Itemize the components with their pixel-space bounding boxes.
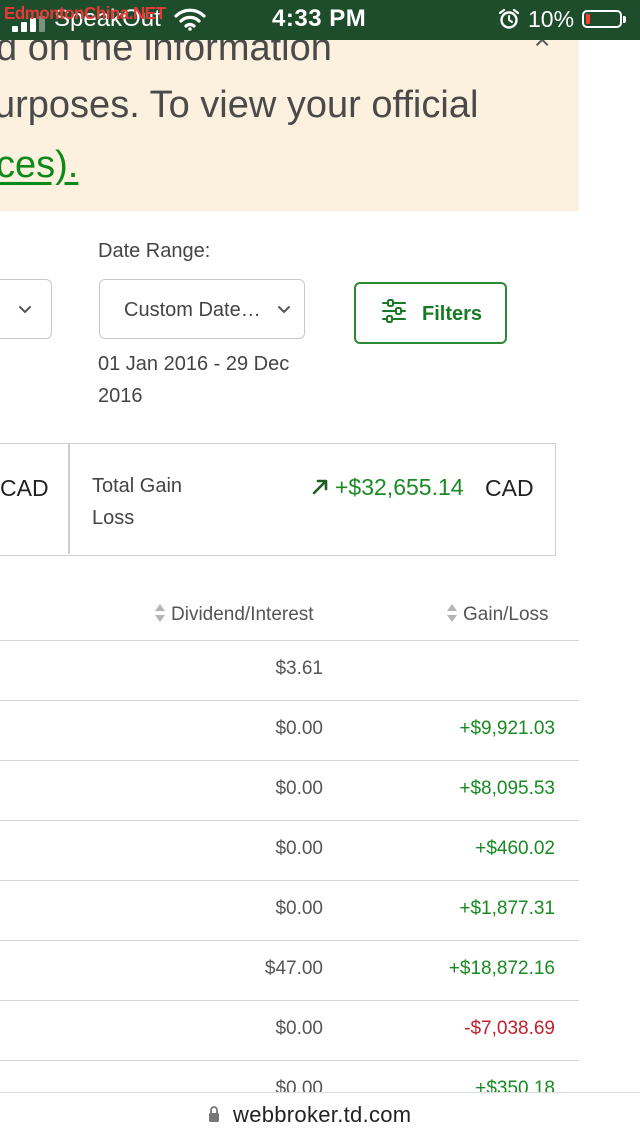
gain-loss-cell: +$8,095.53 bbox=[459, 778, 555, 799]
battery-percentage: 10% bbox=[528, 6, 575, 32]
table-row[interactable]: $0.00 +$1,877.31 bbox=[0, 880, 579, 940]
browser-url-bar[interactable]: webbroker.td.com bbox=[0, 1092, 640, 1137]
column-header-gain-loss[interactable]: Gain/Loss bbox=[446, 602, 549, 626]
table-row[interactable]: $0.00 +$460.02 bbox=[0, 820, 579, 880]
chevron-down-icon bbox=[19, 306, 31, 314]
gain-loss-cell: -$7,038.69 bbox=[464, 1018, 555, 1039]
gain-loss-cell: +$1,877.31 bbox=[459, 898, 555, 919]
chevron-down-icon bbox=[278, 306, 290, 314]
filters-button-label: Filters bbox=[422, 303, 483, 325]
dividend-cell: $47.00 bbox=[264, 958, 323, 979]
column-header-label: Gain/Loss bbox=[463, 604, 549, 625]
gain-loss-cell: +$9,921.03 bbox=[459, 718, 555, 739]
total-currency: CAD bbox=[485, 475, 534, 501]
dividend-cell: $3.61 bbox=[275, 658, 323, 679]
column-header-dividend[interactable]: Dividend/Interest bbox=[154, 602, 314, 626]
dividend-cell: $0.00 bbox=[275, 1018, 323, 1039]
table-row[interactable]: $0.00 -$7,038.69 bbox=[0, 1000, 579, 1060]
table-row[interactable]: $3.61 bbox=[0, 640, 579, 700]
table-row[interactable]: $0.00 +$8,095.53 bbox=[0, 760, 579, 820]
clock-time: 4:33 PM bbox=[272, 5, 367, 32]
table-row[interactable]: $0.00 +$9,921.03 bbox=[0, 700, 579, 760]
lock-icon bbox=[209, 1106, 219, 1122]
account-select[interactable] bbox=[0, 279, 52, 339]
selected-date-range: 01 Jan 2016 - 29 Dec 2016 bbox=[98, 353, 290, 407]
sort-icon bbox=[155, 604, 165, 622]
total-gain-loss-value: +$32,655.14 bbox=[335, 474, 464, 500]
battery-icon bbox=[582, 10, 626, 28]
dividend-cell: $0.00 bbox=[275, 718, 323, 739]
filters-button[interactable]: Filters bbox=[354, 282, 507, 344]
url-text: webbroker.td.com bbox=[233, 1102, 412, 1127]
notice-link[interactable]: ces). bbox=[0, 144, 78, 187]
status-bar: SpeakOut 4:33 PM 10% EdmontonChina.NET bbox=[0, 0, 640, 40]
gain-loss-cell: +$460.02 bbox=[475, 838, 555, 859]
table-row[interactable]: $47.00 +$18,872.16 bbox=[0, 940, 579, 1000]
wifi-icon bbox=[174, 8, 206, 31]
gain-loss-cell: +$18,872.16 bbox=[448, 958, 555, 979]
date-range-select-value: Custom Date… bbox=[124, 299, 261, 321]
currency-label: CAD bbox=[0, 475, 49, 501]
notice-text-line: urposes. To view your official bbox=[0, 84, 479, 126]
summary-box: CAD Total Gain Loss +$32,655.14 CAD bbox=[0, 443, 556, 556]
date-range-label: Date Range: bbox=[98, 240, 211, 262]
column-header-label: Dividend/Interest bbox=[171, 604, 314, 625]
total-gain-loss-label: Total Gain Loss bbox=[92, 475, 183, 529]
dividend-cell: $0.00 bbox=[275, 778, 323, 799]
holdings-table: $3.61 $0.00 +$9,921.03 $0.00 +$8,095.53 … bbox=[0, 640, 579, 1120]
date-range-select[interactable]: Custom Date… bbox=[99, 279, 305, 339]
alarm-icon bbox=[498, 8, 520, 29]
arrow-up-right-icon bbox=[312, 479, 328, 495]
dividend-cell: $0.00 bbox=[275, 898, 323, 919]
watermark-logo: EdmontonChina.NET bbox=[4, 3, 166, 24]
divider bbox=[68, 444, 70, 554]
dividend-cell: $0.00 bbox=[275, 838, 323, 859]
sort-icon bbox=[447, 604, 457, 622]
sliders-icon bbox=[382, 299, 406, 323]
